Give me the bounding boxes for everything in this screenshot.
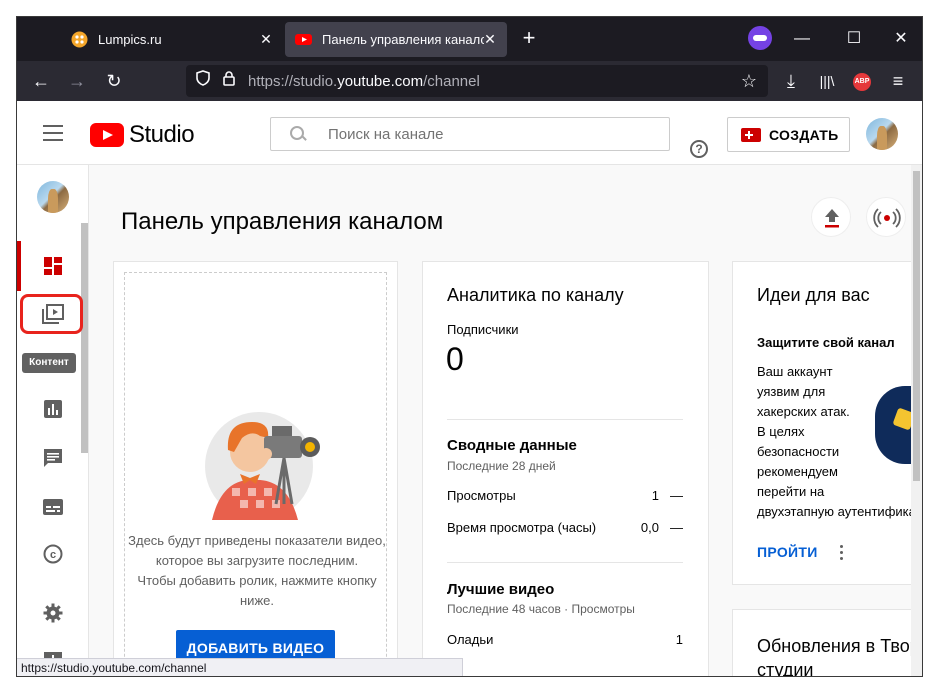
new-tab-button[interactable]: +	[517, 27, 541, 51]
stat-delta: —	[670, 520, 683, 535]
analytics-title: Аналитика по каналу	[447, 285, 624, 305]
main-scrollbar[interactable]	[911, 165, 922, 676]
camera-operator-illustration	[205, 412, 320, 520]
youtube-logo-icon	[90, 123, 124, 147]
sidebar: Контент c	[17, 165, 89, 676]
sidebar-item-settings[interactable]	[17, 588, 89, 638]
video-title: Оладьи	[447, 632, 494, 647]
empty-state-text: Здесь будут приведены показатели видео, …	[128, 533, 386, 608]
top-videos-period: Последние 48 часов · Просмотры	[447, 602, 635, 616]
gear-icon	[43, 603, 63, 623]
stat-delta: —	[670, 488, 683, 503]
logo-text: Studio	[129, 121, 195, 148]
tab-close-icon[interactable]: ✕	[257, 30, 275, 48]
main-content: Панель управления каналом Здесь будут пр…	[90, 165, 922, 677]
menu-icon[interactable]: ≡	[886, 69, 910, 93]
library-icon[interactable]: |||\	[815, 69, 839, 93]
download-icon[interactable]: ⤓	[779, 69, 803, 93]
subscribers-count: 0	[446, 341, 464, 377]
channel-avatar[interactable]	[37, 181, 69, 213]
create-label: СОЗДАТЬ	[769, 126, 839, 143]
svg-text:c: c	[50, 549, 56, 561]
sidebar-item-analytics[interactable]	[17, 384, 89, 434]
maximize-button[interactable]: ☐	[842, 27, 866, 51]
search-icon	[289, 125, 307, 143]
stat-label: Время просмотра (часы)	[447, 520, 597, 535]
upload-button[interactable]	[811, 197, 851, 237]
address-bar[interactable]: https://studio.youtube.com/channel ☆	[186, 65, 768, 97]
lumpics-favicon-icon	[71, 31, 88, 48]
video-views: 1	[675, 632, 683, 647]
live-broadcast-icon	[873, 208, 901, 228]
tab-title: Lumpics.ru	[98, 32, 162, 47]
subscribers-label: Подписчики	[447, 322, 519, 337]
forward-arrow-icon[interactable]: →	[65, 69, 89, 93]
studio-header: Studio Поиск на канале ? СОЗДАТЬ	[17, 101, 922, 165]
subtitles-icon	[43, 499, 63, 515]
content-tooltip: Контент	[22, 353, 76, 373]
lock-icon[interactable]	[216, 68, 242, 94]
nav-bar: ← → ↻ https://studio.youtube.com/channel…	[17, 61, 922, 101]
summary-period: Последние 28 дней	[447, 459, 556, 473]
dashboard-icon	[44, 257, 62, 275]
comments-icon	[44, 449, 62, 467]
adblock-icon[interactable]: ABP	[853, 73, 871, 91]
youtube-favicon-icon	[295, 34, 312, 45]
latest-video-card: Здесь будут приведены показатели видео, …	[113, 261, 398, 676]
copyright-icon: c	[43, 544, 63, 564]
sidebar-item-comments[interactable]	[17, 433, 89, 483]
stat-value: 1	[651, 488, 659, 503]
tab-title: Панель управления каналом	[322, 32, 484, 47]
stat-value: 0,0	[640, 520, 659, 535]
studio-logo[interactable]: Studio	[90, 121, 195, 149]
ideas-subtitle: Защитите свой канал	[757, 335, 895, 350]
tab-lumpics[interactable]: Lumpics.ru ✕	[61, 22, 283, 57]
hamburger-menu-icon[interactable]	[43, 125, 63, 141]
page-title: Панель управления каналом	[121, 208, 444, 235]
ideas-body: Ваш аккаунт уязвим для хакерских атак. В…	[757, 364, 916, 519]
create-video-icon	[741, 127, 761, 142]
divider	[447, 562, 683, 563]
go-link-button[interactable]: ПРОЙТИ	[757, 544, 818, 560]
analytics-icon	[44, 400, 62, 418]
channel-search-input[interactable]: Поиск на канале	[270, 117, 670, 151]
status-url: https://studio.youtube.com/channel	[17, 658, 463, 676]
top-video-row[interactable]: Оладьи 1	[447, 632, 683, 647]
browser-window: Lumpics.ru ✕ Панель управления каналом ✕…	[16, 16, 923, 677]
top-videos-title: Лучшие видео	[447, 581, 555, 598]
sidebar-item-copyright[interactable]: c	[17, 529, 89, 579]
help-icon[interactable]: ?	[690, 140, 708, 158]
tab-studio[interactable]: Панель управления каналом ✕	[285, 22, 507, 57]
more-options-icon[interactable]	[840, 545, 844, 561]
summary-title: Сводные данные	[447, 437, 577, 454]
upload-icon	[825, 209, 839, 228]
tab-close-icon[interactable]: ✕	[481, 30, 499, 48]
sidebar-item-subtitles[interactable]	[17, 482, 89, 532]
back-arrow-icon[interactable]: ←	[29, 69, 53, 93]
channel-analytics-card: Аналитика по каналу Подписчики 0 Сводные…	[422, 261, 709, 676]
account-avatar[interactable]	[866, 118, 898, 150]
private-mask-icon[interactable]	[748, 26, 772, 50]
sidebar-item-dashboard[interactable]	[17, 241, 89, 291]
ideas-title: Идеи для вас	[757, 285, 870, 305]
url-text: https://studio.youtube.com/channel	[248, 72, 480, 90]
stat-row-views: Просмотры 1 —	[447, 488, 683, 503]
reload-icon[interactable]: ↻	[102, 69, 126, 93]
divider	[447, 419, 683, 420]
stat-label: Просмотры	[447, 488, 516, 503]
close-window-button[interactable]: ✕	[889, 27, 913, 51]
content-highlight-frame	[20, 294, 83, 334]
updates-title: Обновления в Твор студии	[757, 636, 920, 677]
bookmark-star-icon[interactable]: ☆	[736, 68, 762, 94]
minimize-button[interactable]: —	[790, 27, 814, 51]
tab-bar: Lumpics.ru ✕ Панель управления каналом ✕…	[17, 17, 922, 61]
shield-icon[interactable]	[190, 68, 216, 94]
stat-row-watch-time: Время просмотра (часы) 0,0 —	[447, 520, 683, 535]
ideas-card: Идеи для вас Защитите свой канал Ваш акк…	[732, 261, 922, 585]
creator-updates-card: Обновления в Твор студии	[732, 609, 922, 677]
create-button[interactable]: СОЗДАТЬ	[727, 117, 850, 152]
go-live-button[interactable]	[866, 197, 906, 237]
search-placeholder: Поиск на канале	[328, 125, 444, 143]
